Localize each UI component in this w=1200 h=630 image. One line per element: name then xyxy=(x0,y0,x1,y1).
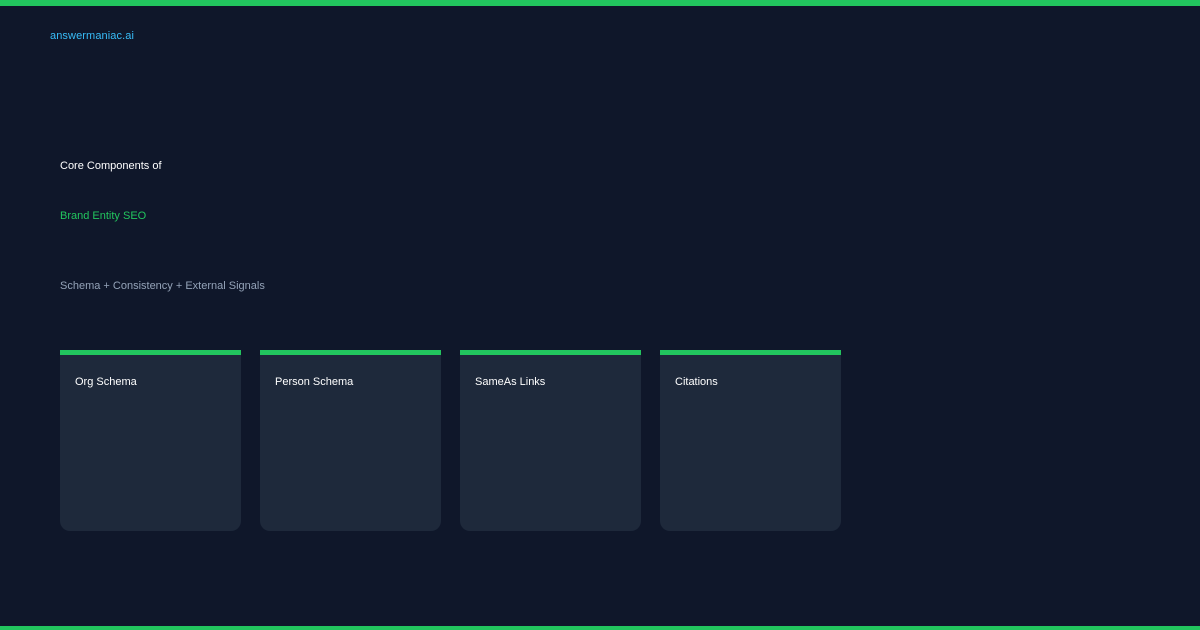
component-card-org-schema: Org Schema xyxy=(60,350,241,531)
brand-logo[interactable]: answermaniac.ai xyxy=(50,29,134,43)
component-card-citations: Citations xyxy=(660,350,841,531)
bottom-accent-bar xyxy=(0,626,1200,630)
top-accent-bar xyxy=(0,0,1200,6)
component-card-person-schema: Person Schema xyxy=(260,350,441,531)
page-title: Core Components of xyxy=(60,160,162,172)
component-card-sameas-links: SameAs Links xyxy=(460,350,641,531)
card-label: Citations xyxy=(675,376,718,388)
card-label: SameAs Links xyxy=(475,376,546,388)
page-title-highlight: Brand Entity SEO xyxy=(60,210,147,222)
card-label: Org Schema xyxy=(75,376,137,388)
card-label: Person Schema xyxy=(275,376,354,388)
page-subtitle: Schema + Consistency + External Signals xyxy=(60,280,265,292)
